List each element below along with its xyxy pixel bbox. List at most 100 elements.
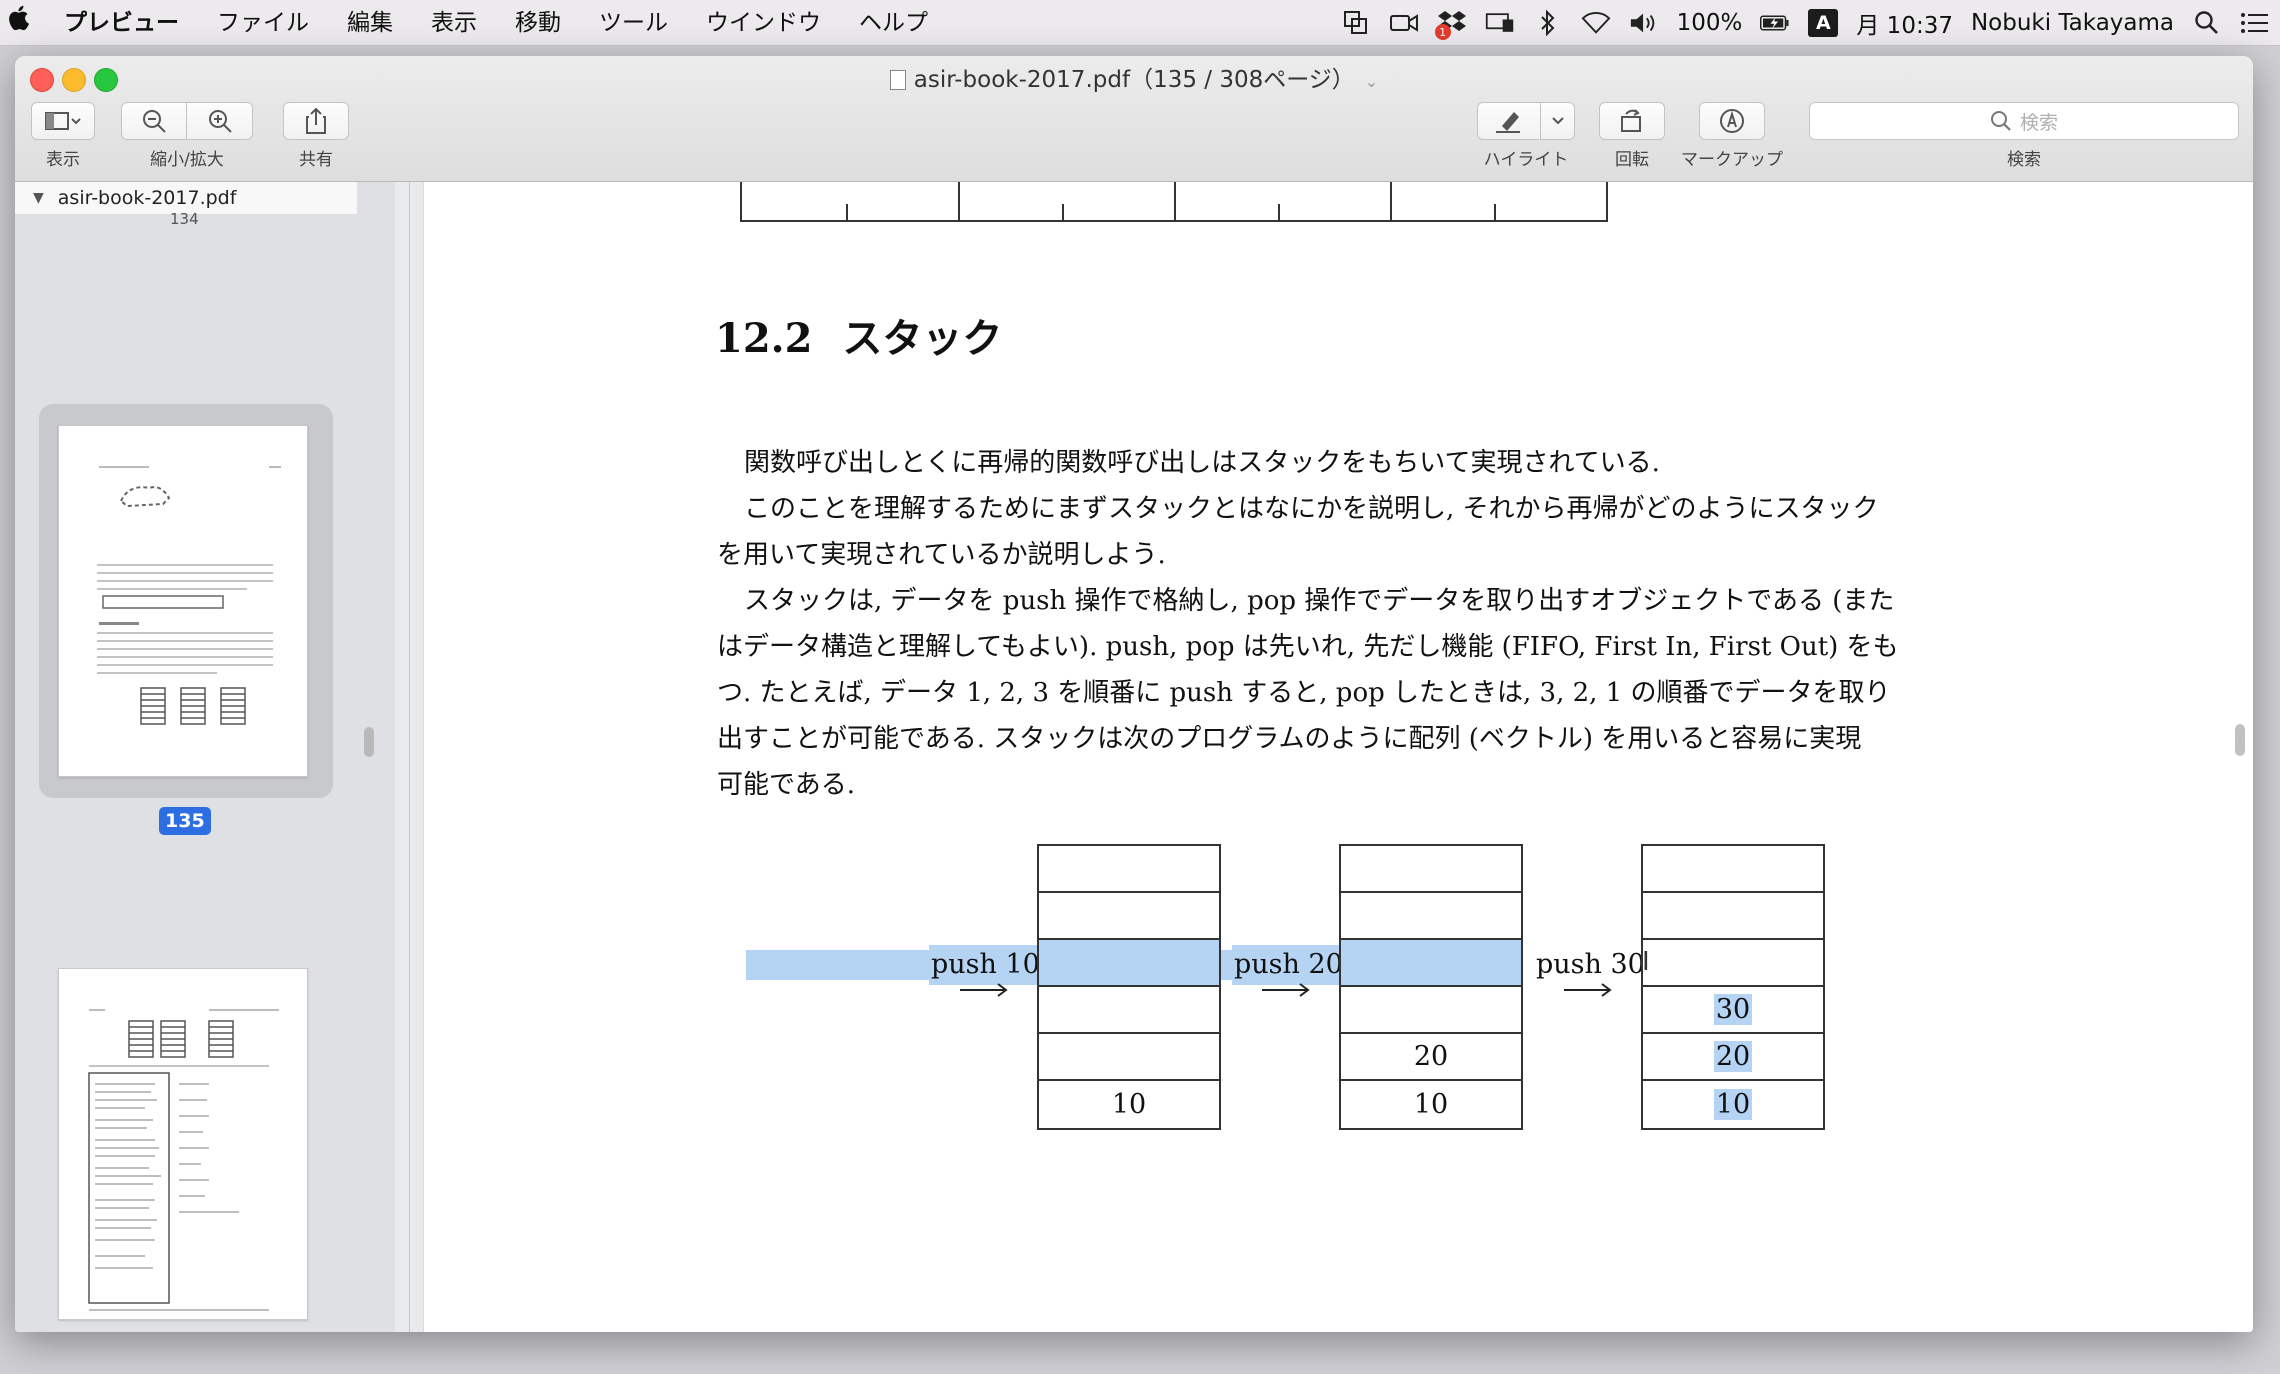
rotate-label: 回転 <box>1615 150 1649 170</box>
input-source-icon[interactable]: A <box>1808 9 1839 37</box>
screen-mirror-icon[interactable] <box>1341 8 1371 38</box>
arrow-right-icon <box>1262 983 1310 997</box>
menu-view[interactable]: 表示 <box>412 0 496 46</box>
share-button[interactable] <box>283 102 349 140</box>
menu-edit[interactable]: 編集 <box>328 0 412 46</box>
apple-menu-icon[interactable] <box>8 0 38 46</box>
bluetooth-icon[interactable] <box>1533 8 1563 38</box>
sidebar-icon <box>45 112 81 130</box>
menu-file[interactable]: ファイル <box>198 0 328 46</box>
search-icon <box>1990 111 2011 131</box>
prev-page-number: 134 <box>170 210 199 228</box>
notification-center-icon[interactable] <box>2240 8 2270 38</box>
stack-2: 20 10 <box>1339 844 1523 1130</box>
document-scrollbar-thumb[interactable] <box>2235 724 2245 756</box>
zoom-in-button[interactable] <box>187 102 253 140</box>
display-icon[interactable] <box>1485 8 1515 38</box>
previous-figure-table <box>740 182 1608 222</box>
stack-cell <box>1643 893 1823 940</box>
notification-badge: 1 <box>1434 24 1451 40</box>
document-view[interactable]: 12.2 スタック 関数呼び出しとくに再帰的関数呼び出しはスタックをもちいて実現さ… <box>410 182 2253 1332</box>
search-label: 検索 <box>2007 150 2041 170</box>
section-heading: 12.2 スタック <box>715 306 1002 364</box>
stack-cell <box>1341 893 1521 940</box>
thumbnail-page-136[interactable] <box>58 968 308 1320</box>
section-title: スタック <box>842 315 1003 362</box>
paragraph-line: スタックは, データを push 操作で格納し, pop 操作でデータを取り出す… <box>744 586 1895 616</box>
highlight-group: ハイライト <box>1477 102 1575 170</box>
rotate-button[interactable] <box>1599 102 1665 140</box>
section-number: 12.2 <box>715 315 813 362</box>
share-icon <box>306 107 326 134</box>
page-135-preview <box>97 466 281 725</box>
spotlight-search-icon[interactable] <box>2192 8 2222 38</box>
zoom-group: 縮小/拡大 <box>121 102 253 170</box>
thumbnail-page-135[interactable] <box>58 425 308 777</box>
zoom-in-icon <box>208 110 232 133</box>
stack-cell <box>1341 987 1521 1034</box>
stack-cell-value: 10 <box>1713 1089 1753 1120</box>
stack-cell: 10 <box>1413 1089 1449 1120</box>
stack-cell: 10 <box>1643 1081 1823 1128</box>
zoom-segment <box>121 102 253 140</box>
menubar-user[interactable]: Nobuki Takayama <box>1971 10 2174 36</box>
stack-cell <box>1039 940 1219 987</box>
search-placeholder: 検索 <box>2019 111 2058 134</box>
paragraph-line: 関数呼び出しとくに再帰的関数呼び出しはスタックをもちいて実現されている. <box>744 448 1660 478</box>
stack-cell <box>1039 846 1219 893</box>
push-label-1: push 10 <box>929 945 1042 985</box>
volume-icon[interactable] <box>1629 8 1659 38</box>
sidebar-scrollbar-thumb[interactable] <box>364 727 374 757</box>
status-area: 1 100% A 月 10:37 Nobuki Takayama <box>1341 0 2270 46</box>
preview-window: asir-book-2017.pdf（135 / 308ページ） ⌄ 表示 縮小/… <box>15 56 2253 1332</box>
chevron-down-icon <box>1551 117 1564 125</box>
view-button[interactable] <box>31 102 95 140</box>
menubar-clock[interactable]: 月 10:37 <box>1856 6 1953 40</box>
zoom-out-icon <box>143 110 166 133</box>
thumbnail-list[interactable]: ▼ asir-book-2017.pdf 134 135 <box>15 182 395 1332</box>
markup-label: マークアップ <box>1681 150 1783 170</box>
camera-icon[interactable] <box>1389 8 1419 38</box>
push-label-3: push 30 <box>1536 949 1645 980</box>
stack-cell: 20 <box>1643 1034 1823 1081</box>
zoom-out-button[interactable] <box>121 102 187 140</box>
search-input[interactable]: 検索 <box>1809 102 2239 140</box>
menu-app[interactable]: プレビュー <box>38 0 198 46</box>
menu-tools[interactable]: ツール <box>580 0 687 46</box>
stack-cell <box>1643 846 1823 893</box>
chevron-down-icon[interactable]: ⌄ <box>1365 72 1378 91</box>
highlight-menu-button[interactable] <box>1541 102 1575 140</box>
stack-cell <box>1039 1034 1219 1081</box>
highlight-label: ハイライト <box>1483 150 1569 170</box>
rotate-icon <box>1621 109 1641 132</box>
arrow-right-icon <box>1564 983 1612 997</box>
stack-cell <box>1341 846 1521 893</box>
wifi-icon[interactable] <box>1581 8 1611 38</box>
highlight-button[interactable] <box>1477 102 1541 140</box>
stack-cell: 10 <box>1111 1089 1147 1120</box>
search-group: 検索 検索 <box>1809 102 2239 170</box>
menu-go[interactable]: 移動 <box>496 0 580 46</box>
paragraph-line: はデータ構造と理解してもよい). push, pop は先いれ, 先だし機能 (… <box>717 632 1899 662</box>
title-bar: asir-book-2017.pdf（135 / 308ページ） ⌄ 表示 縮小/… <box>15 56 2253 182</box>
view-label: 表示 <box>46 150 80 170</box>
share-group: 共有 <box>283 102 349 170</box>
stack-cell: 30 <box>1643 987 1823 1034</box>
menu-window[interactable]: ウインドウ <box>687 0 840 46</box>
menu-help[interactable]: ヘルプ <box>840 0 947 46</box>
stack-cell-value: 30 <box>1713 994 1753 1025</box>
window-title-filename: asir-book-2017.pdf <box>913 67 1131 93</box>
page-number-badge-135: 135 <box>159 807 211 835</box>
highlighter-icon <box>1496 112 1520 133</box>
paragraph-line: 可能である. <box>717 770 856 800</box>
stack-3: 30 20 10 <box>1641 844 1825 1130</box>
highlight-segment <box>1477 102 1575 140</box>
window-title[interactable]: asir-book-2017.pdf（135 / 308ページ） ⌄ <box>15 62 2253 100</box>
paragraph-line: つ. たとえば, データ 1, 2, 3 を順番に push すると, pop … <box>717 678 1891 708</box>
markup-button[interactable] <box>1699 102 1765 140</box>
dropbox-icon[interactable]: 1 <box>1434 8 1467 40</box>
disclosure-triangle-icon[interactable]: ▼ <box>33 190 44 206</box>
stack-cell-value: 20 <box>1713 1041 1753 1072</box>
battery-icon[interactable] <box>1760 8 1790 38</box>
stack-cell <box>1039 893 1219 940</box>
